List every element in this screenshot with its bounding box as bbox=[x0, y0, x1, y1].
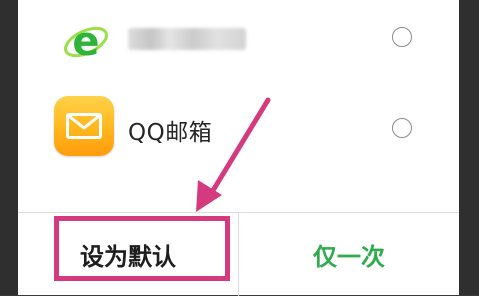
annotation-arrow bbox=[196, 97, 271, 212]
